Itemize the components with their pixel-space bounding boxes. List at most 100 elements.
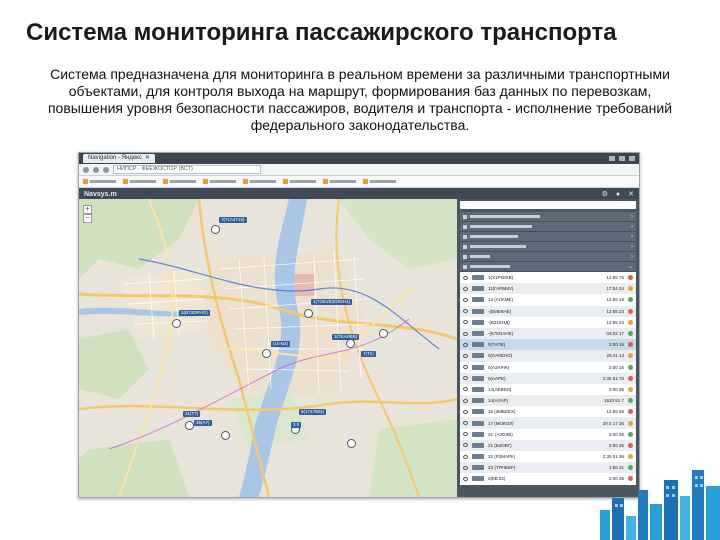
bus-marker[interactable] bbox=[346, 339, 355, 348]
eye-icon[interactable] bbox=[463, 443, 468, 448]
panel-group[interactable]: › bbox=[460, 252, 636, 262]
vehicle-row[interactable]: 0(АЗАРЖ) 2:00 16 bbox=[460, 361, 636, 373]
panel-group[interactable]: › bbox=[460, 212, 636, 222]
bookmark[interactable] bbox=[323, 179, 356, 184]
vehicle-row[interactable]: 0(7АПЕ) 2:00 16 bbox=[460, 339, 636, 351]
eye-icon[interactable] bbox=[463, 365, 468, 370]
map-canvas[interactable] bbox=[79, 199, 457, 497]
vehicle-row[interactable]: -(К7М1АНЕ) 04:02 17 bbox=[460, 327, 636, 340]
gear-icon[interactable]: ⚙ bbox=[602, 190, 608, 198]
vehicle-row[interactable]: 11(ГАРБМУ) 17:54 34 bbox=[460, 283, 636, 295]
vehicle-route: 15 (2МБЕЕХ) bbox=[488, 409, 516, 415]
bookmark[interactable] bbox=[163, 179, 196, 184]
eye-icon[interactable] bbox=[463, 432, 468, 437]
close-icon[interactable]: ✕ bbox=[628, 190, 634, 198]
eye-icon[interactable] bbox=[463, 421, 468, 426]
vehicle-label[interactable]: 1(7ОЕУ8ЗОЛ2Н1) bbox=[311, 299, 353, 305]
vehicle-time: 12:55 23 bbox=[606, 308, 624, 314]
bus-marker[interactable] bbox=[185, 421, 194, 430]
vehicle-time: 1520 51 7 bbox=[603, 398, 624, 404]
bookmark[interactable] bbox=[243, 179, 276, 184]
bookmark[interactable] bbox=[283, 179, 316, 184]
bus-marker[interactable] bbox=[211, 225, 220, 234]
reload-icon[interactable] bbox=[103, 166, 109, 173]
bus-marker[interactable] bbox=[347, 439, 356, 448]
eye-icon[interactable] bbox=[463, 387, 468, 392]
bus-marker[interactable] bbox=[221, 431, 230, 440]
zoom-out-button[interactable]: − bbox=[83, 214, 92, 223]
eye-icon[interactable] bbox=[463, 398, 468, 403]
bus-marker[interactable] bbox=[304, 309, 313, 318]
city-map[interactable]: + − 7(71А4715) 2(ВТ3ОРНО) 1(7ОЕУ8ЗОЛ2Н1)… bbox=[79, 199, 457, 497]
vehicle-route: 0(АЗАРЖ) bbox=[488, 364, 510, 370]
vehicle-row[interactable]: 14(АЕВЕИ) 2:00 36 bbox=[460, 383, 636, 396]
app-brand: Navsys.m bbox=[84, 190, 117, 198]
bookmark[interactable] bbox=[363, 179, 396, 184]
vehicle-label[interactable]: 8(1747803) bbox=[299, 409, 327, 415]
eye-icon[interactable] bbox=[463, 465, 468, 470]
vehicle-row[interactable]: 17 (МОКОЛ) 20:4 17 36 bbox=[460, 417, 636, 429]
vehicle-row[interactable]: 13 (АЛАМЕ) 12:55 19 bbox=[460, 294, 636, 306]
vehicle-row[interactable]: 0(ОАКЕНО) 25:41 14 bbox=[460, 350, 636, 362]
browser-tab-label: Navigation - Яндекс bbox=[88, 155, 142, 161]
vehicle-time: 2:00 36 bbox=[608, 442, 624, 448]
chevron-right-icon: › bbox=[631, 213, 633, 220]
vehicle-label[interactable]: 2(ВТ3ОРНО) bbox=[179, 310, 210, 316]
status-icon bbox=[628, 319, 633, 325]
close-icon[interactable]: ✕ bbox=[145, 154, 150, 163]
vehicle-route: -(К7М1АНЕ) bbox=[488, 331, 514, 337]
minimize-button[interactable] bbox=[609, 156, 615, 161]
url-input[interactable]: НИПСР · ФЕЕЖОСТОР (ВСТ) bbox=[113, 165, 261, 174]
vehicle-label[interactable]: 3 0 bbox=[291, 422, 302, 428]
bookmark[interactable] bbox=[123, 179, 156, 184]
vehicle-label[interactable]: 3(7ЕАИЕВ) bbox=[332, 334, 360, 340]
vehicle-search-input[interactable] bbox=[460, 201, 636, 209]
close-window-button[interactable] bbox=[629, 156, 635, 161]
eye-icon[interactable] bbox=[463, 297, 468, 302]
panel-group[interactable]: › bbox=[460, 222, 636, 232]
eye-icon[interactable] bbox=[463, 454, 468, 459]
eye-icon[interactable] bbox=[463, 353, 468, 358]
eye-icon[interactable] bbox=[463, 331, 468, 336]
vehicle-label[interactable]: (15-В3) bbox=[271, 341, 291, 347]
eye-icon[interactable] bbox=[463, 275, 468, 280]
eye-icon[interactable] bbox=[463, 320, 468, 325]
eye-icon[interactable] bbox=[463, 409, 468, 414]
vehicle-time: 20:4 17 36 bbox=[602, 420, 624, 426]
panel-group-open[interactable]: ⌄ bbox=[460, 262, 636, 272]
panel-group[interactable]: › bbox=[460, 242, 636, 252]
vehicle-row[interactable]: 14(АЛАР) 1520 51 7 bbox=[460, 395, 636, 407]
vehicle-row[interactable]: -(В21ЕНД) 12:55 23 bbox=[460, 316, 636, 328]
vehicle-row[interactable]: -(ВМЕКНЕ) 12:55 23 bbox=[460, 305, 636, 317]
vehicle-label[interactable]: 7(Т1) bbox=[361, 351, 376, 357]
forward-icon[interactable] bbox=[93, 166, 99, 173]
bus-marker[interactable] bbox=[379, 329, 388, 338]
vehicle-row[interactable]: 15 (2МБЕЕХ) 12:55 56 bbox=[460, 406, 636, 418]
eye-icon[interactable] bbox=[463, 476, 468, 481]
eye-icon[interactable] bbox=[463, 286, 468, 291]
eye-icon[interactable] bbox=[463, 309, 468, 314]
vehicle-label[interactable]: 7(71А4715) bbox=[219, 217, 247, 223]
browser-tab[interactable]: Navigation - Яндекс ✕ bbox=[83, 154, 155, 163]
vehicle-row[interactable]: 0(ААРЕ) 2:35 51 76 bbox=[460, 372, 636, 384]
panel-group[interactable]: › bbox=[460, 232, 636, 242]
vehicle-time: 25:41 14 bbox=[606, 353, 624, 359]
list-icon bbox=[463, 264, 467, 269]
back-icon[interactable] bbox=[83, 166, 89, 173]
user-icon[interactable]: ● bbox=[616, 191, 620, 198]
maximize-button[interactable] bbox=[619, 156, 625, 161]
vehicle-row[interactable]: 2С (А2ОЗВ) 2:00 36 bbox=[460, 428, 636, 440]
vehicle-label[interactable]: 36(А7) bbox=[194, 420, 212, 426]
eye-icon[interactable] bbox=[463, 376, 468, 381]
folder-icon bbox=[323, 179, 328, 184]
bookmark[interactable] bbox=[83, 179, 116, 184]
vehicle-label[interactable]: 21(Т7) bbox=[183, 411, 201, 417]
bus-marker[interactable] bbox=[262, 349, 271, 358]
zoom-in-button[interactable]: + bbox=[83, 205, 92, 214]
bookmark[interactable] bbox=[203, 179, 236, 184]
eye-icon[interactable] bbox=[463, 342, 468, 347]
skyline-decoration bbox=[600, 470, 720, 540]
vehicle-row[interactable]: 1(Х1РК8ХВ) 12:55 76 bbox=[460, 272, 636, 284]
bus-marker[interactable] bbox=[172, 319, 181, 328]
status-icon bbox=[628, 275, 633, 281]
